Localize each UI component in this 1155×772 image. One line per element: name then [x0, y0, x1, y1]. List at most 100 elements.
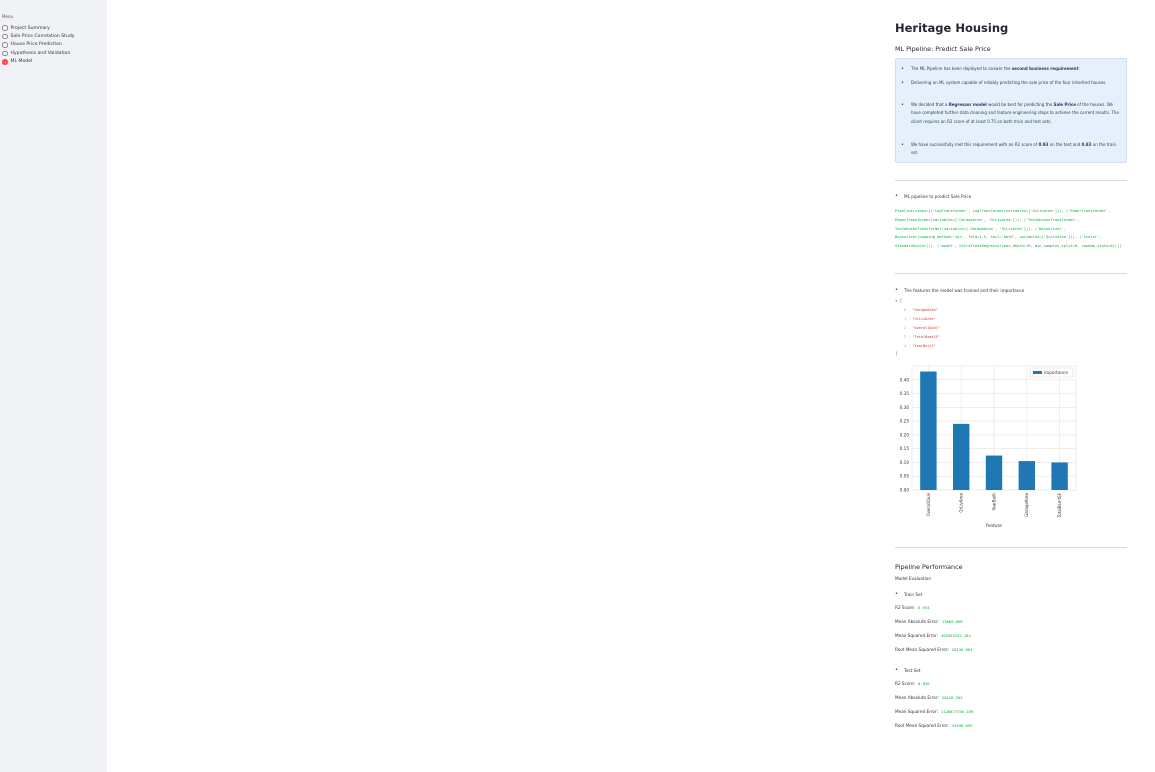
- json-index: 1 :: [904, 317, 911, 321]
- info-bold: 0.83: [1081, 142, 1092, 147]
- divider: [895, 273, 1127, 274]
- y-tick-label: 0.35: [900, 391, 910, 396]
- bar: [1018, 461, 1035, 490]
- radio-circle[interactable]: [2, 50, 8, 57]
- sidebar: Menu Project Summary Sale Price Correlat…: [0, 0, 107, 772]
- y-tick-label: 0.30: [900, 405, 910, 410]
- metric-value: 20136.863: [951, 647, 973, 652]
- json-item: 2 : "OverallQual": [904, 326, 940, 330]
- y-tick-label: 0.15: [900, 446, 910, 451]
- json-close-brace: ]: [895, 351, 898, 356]
- y-tick-label: 0.25: [900, 419, 910, 424]
- json-item: 3 : "TotalBsmtSF": [904, 335, 940, 339]
- train-metric: R2 Score: 0.934: [895, 605, 929, 610]
- train-metric: Mean Squared Error: 405493242.182: [895, 633, 971, 638]
- info-text: would be best for predicting the: [986, 102, 1054, 107]
- json-value: "GrLivArea": [912, 317, 936, 321]
- y-tick-label: 0.00: [900, 488, 910, 493]
- radio-option-ml-model[interactable]: ML Model: [2, 58, 75, 66]
- page-radio-group: Project Summary Sale Price Correlation S…: [2, 24, 75, 66]
- info-text: We decided that a: [911, 102, 949, 107]
- json-index: 0 :: [904, 308, 911, 312]
- metric-value: 1128877256.109: [941, 709, 974, 714]
- bar: [953, 423, 970, 490]
- info-text: We have successfully met this requiremen…: [911, 142, 1039, 147]
- json-value: "OverallQual": [912, 326, 940, 330]
- json-index: 3 :: [904, 335, 911, 339]
- y-tick-label: 0.40: [900, 377, 910, 382]
- info-item: We decided that a Regressor model would …: [901, 101, 1121, 126]
- x-axis-label: feature: [986, 523, 1002, 529]
- metric-label: Root Mean Squared Error:: [895, 723, 949, 728]
- radio-option-sale-price-correlation[interactable]: Sale Price Correlation Study: [2, 32, 75, 40]
- metric-value: 0.934: [918, 605, 930, 610]
- x-tick-label: GarageArea: [1024, 492, 1029, 516]
- json-item: 4 : "YearBuilt": [904, 344, 936, 348]
- json-index: 4 :: [904, 344, 911, 348]
- info-item: We have successfully met this requiremen…: [901, 141, 1121, 158]
- metric-value: 33598.095: [951, 723, 973, 728]
- radio-option-label: House Price Prediction: [10, 42, 62, 48]
- metric-label: Mean Squared Error:: [895, 633, 939, 638]
- pipeline-code: Pipeline(steps=[('LogTransformer', LogTr…: [895, 209, 1122, 249]
- radio-option-label: Project Summary: [10, 25, 50, 31]
- x-tick-label: GrLivArea: [959, 492, 964, 512]
- train-metric: Mean Absolute Error: 13869.898: [895, 619, 963, 624]
- test-bullet: Test Set: [895, 667, 921, 673]
- divider: [895, 547, 1127, 548]
- page-title: Heritage Housing: [895, 21, 1009, 35]
- radio-option-hypothesis[interactable]: Hypothesis and Validation: [2, 49, 75, 57]
- metric-label: Root Mean Squared Error:: [895, 647, 949, 652]
- json-index: 2 :: [904, 326, 911, 330]
- section-subtitle: ML Pipeline: Predict Sale Price: [895, 45, 991, 53]
- info-item: Delivering an ML system capable of relia…: [901, 79, 1121, 88]
- test-metric: Mean Squared Error: 1128877256.109: [895, 709, 973, 714]
- json-value: "YearBuilt": [912, 344, 936, 348]
- performance-subtitle: Model Evaluation: [895, 576, 931, 581]
- info-text: The ML Pipeline has been deployed to ans…: [911, 66, 1012, 71]
- test-metric: Mean Absolute Error: 20126.352: [895, 695, 963, 700]
- features-bullet: The features the model was trained and t…: [895, 287, 1024, 293]
- y-tick-label: 0.05: [900, 474, 910, 479]
- info-bold: second business requirement: [1011, 66, 1079, 71]
- metric-label: R2 Score:: [895, 681, 916, 686]
- feature-importance-chart: 0.00 0.05 0.10 0.15 0.20 0.25 0.30 0.35 0.40 Over…: [900, 365, 1077, 529]
- info-text: on the test and: [1048, 142, 1082, 147]
- menu-label: Menu: [2, 14, 13, 19]
- performance-title: Pipeline Performance: [895, 563, 963, 571]
- info-box: The ML Pipeline has been deployed to ans…: [895, 58, 1127, 163]
- json-open-brace[interactable]: ▾ [: [895, 298, 902, 303]
- train-metric: Root Mean Squared Error: 20136.863: [895, 647, 972, 652]
- test-metric: Root Mean Squared Error: 33598.095: [895, 723, 972, 728]
- radio-option-house-price-prediction[interactable]: House Price Prediction: [2, 41, 75, 49]
- json-item: 1 : "GrLivArea": [904, 317, 936, 321]
- radio-circle[interactable]: [2, 33, 8, 40]
- divider: [895, 180, 1127, 181]
- json-value: "GarageArea": [912, 308, 938, 312]
- info-item: The ML Pipeline has been deployed to ans…: [901, 65, 1121, 74]
- bar: [920, 371, 937, 490]
- radio-option-label: Hypothesis and Validation: [10, 50, 71, 56]
- legend-label: importance: [1044, 370, 1068, 375]
- radio-circle[interactable]: [2, 25, 8, 31]
- metric-label: R2 Score:: [895, 605, 916, 610]
- info-bold: Regressor model: [948, 102, 987, 107]
- x-tick-label: TotalBsmtSF: [1057, 492, 1062, 518]
- radio-circle[interactable]: [2, 42, 8, 48]
- radio-circle-selected[interactable]: [2, 59, 8, 65]
- metric-value: 0.836: [918, 681, 930, 686]
- bar: [1051, 462, 1068, 490]
- info-text: :: [1078, 66, 1080, 71]
- info-bold: 0.93: [1038, 142, 1049, 147]
- train-bullet: Train Set: [895, 591, 922, 597]
- legend-swatch: [1033, 371, 1042, 374]
- metric-value: 405493242.182: [941, 633, 971, 638]
- json-item: 0 : "GarageArea": [904, 308, 938, 312]
- pipeline-bullet: ML pipeline to predict Sale Price: [895, 193, 971, 199]
- radio-option-project-summary[interactable]: Project Summary: [2, 24, 75, 32]
- y-tick-label: 0.20: [900, 432, 910, 437]
- radio-option-label: ML Model: [10, 59, 33, 65]
- json-value: "TotalBsmtSF": [912, 335, 940, 339]
- metric-value: 13869.898: [941, 619, 963, 624]
- x-tick-label: OverallQual: [926, 493, 931, 517]
